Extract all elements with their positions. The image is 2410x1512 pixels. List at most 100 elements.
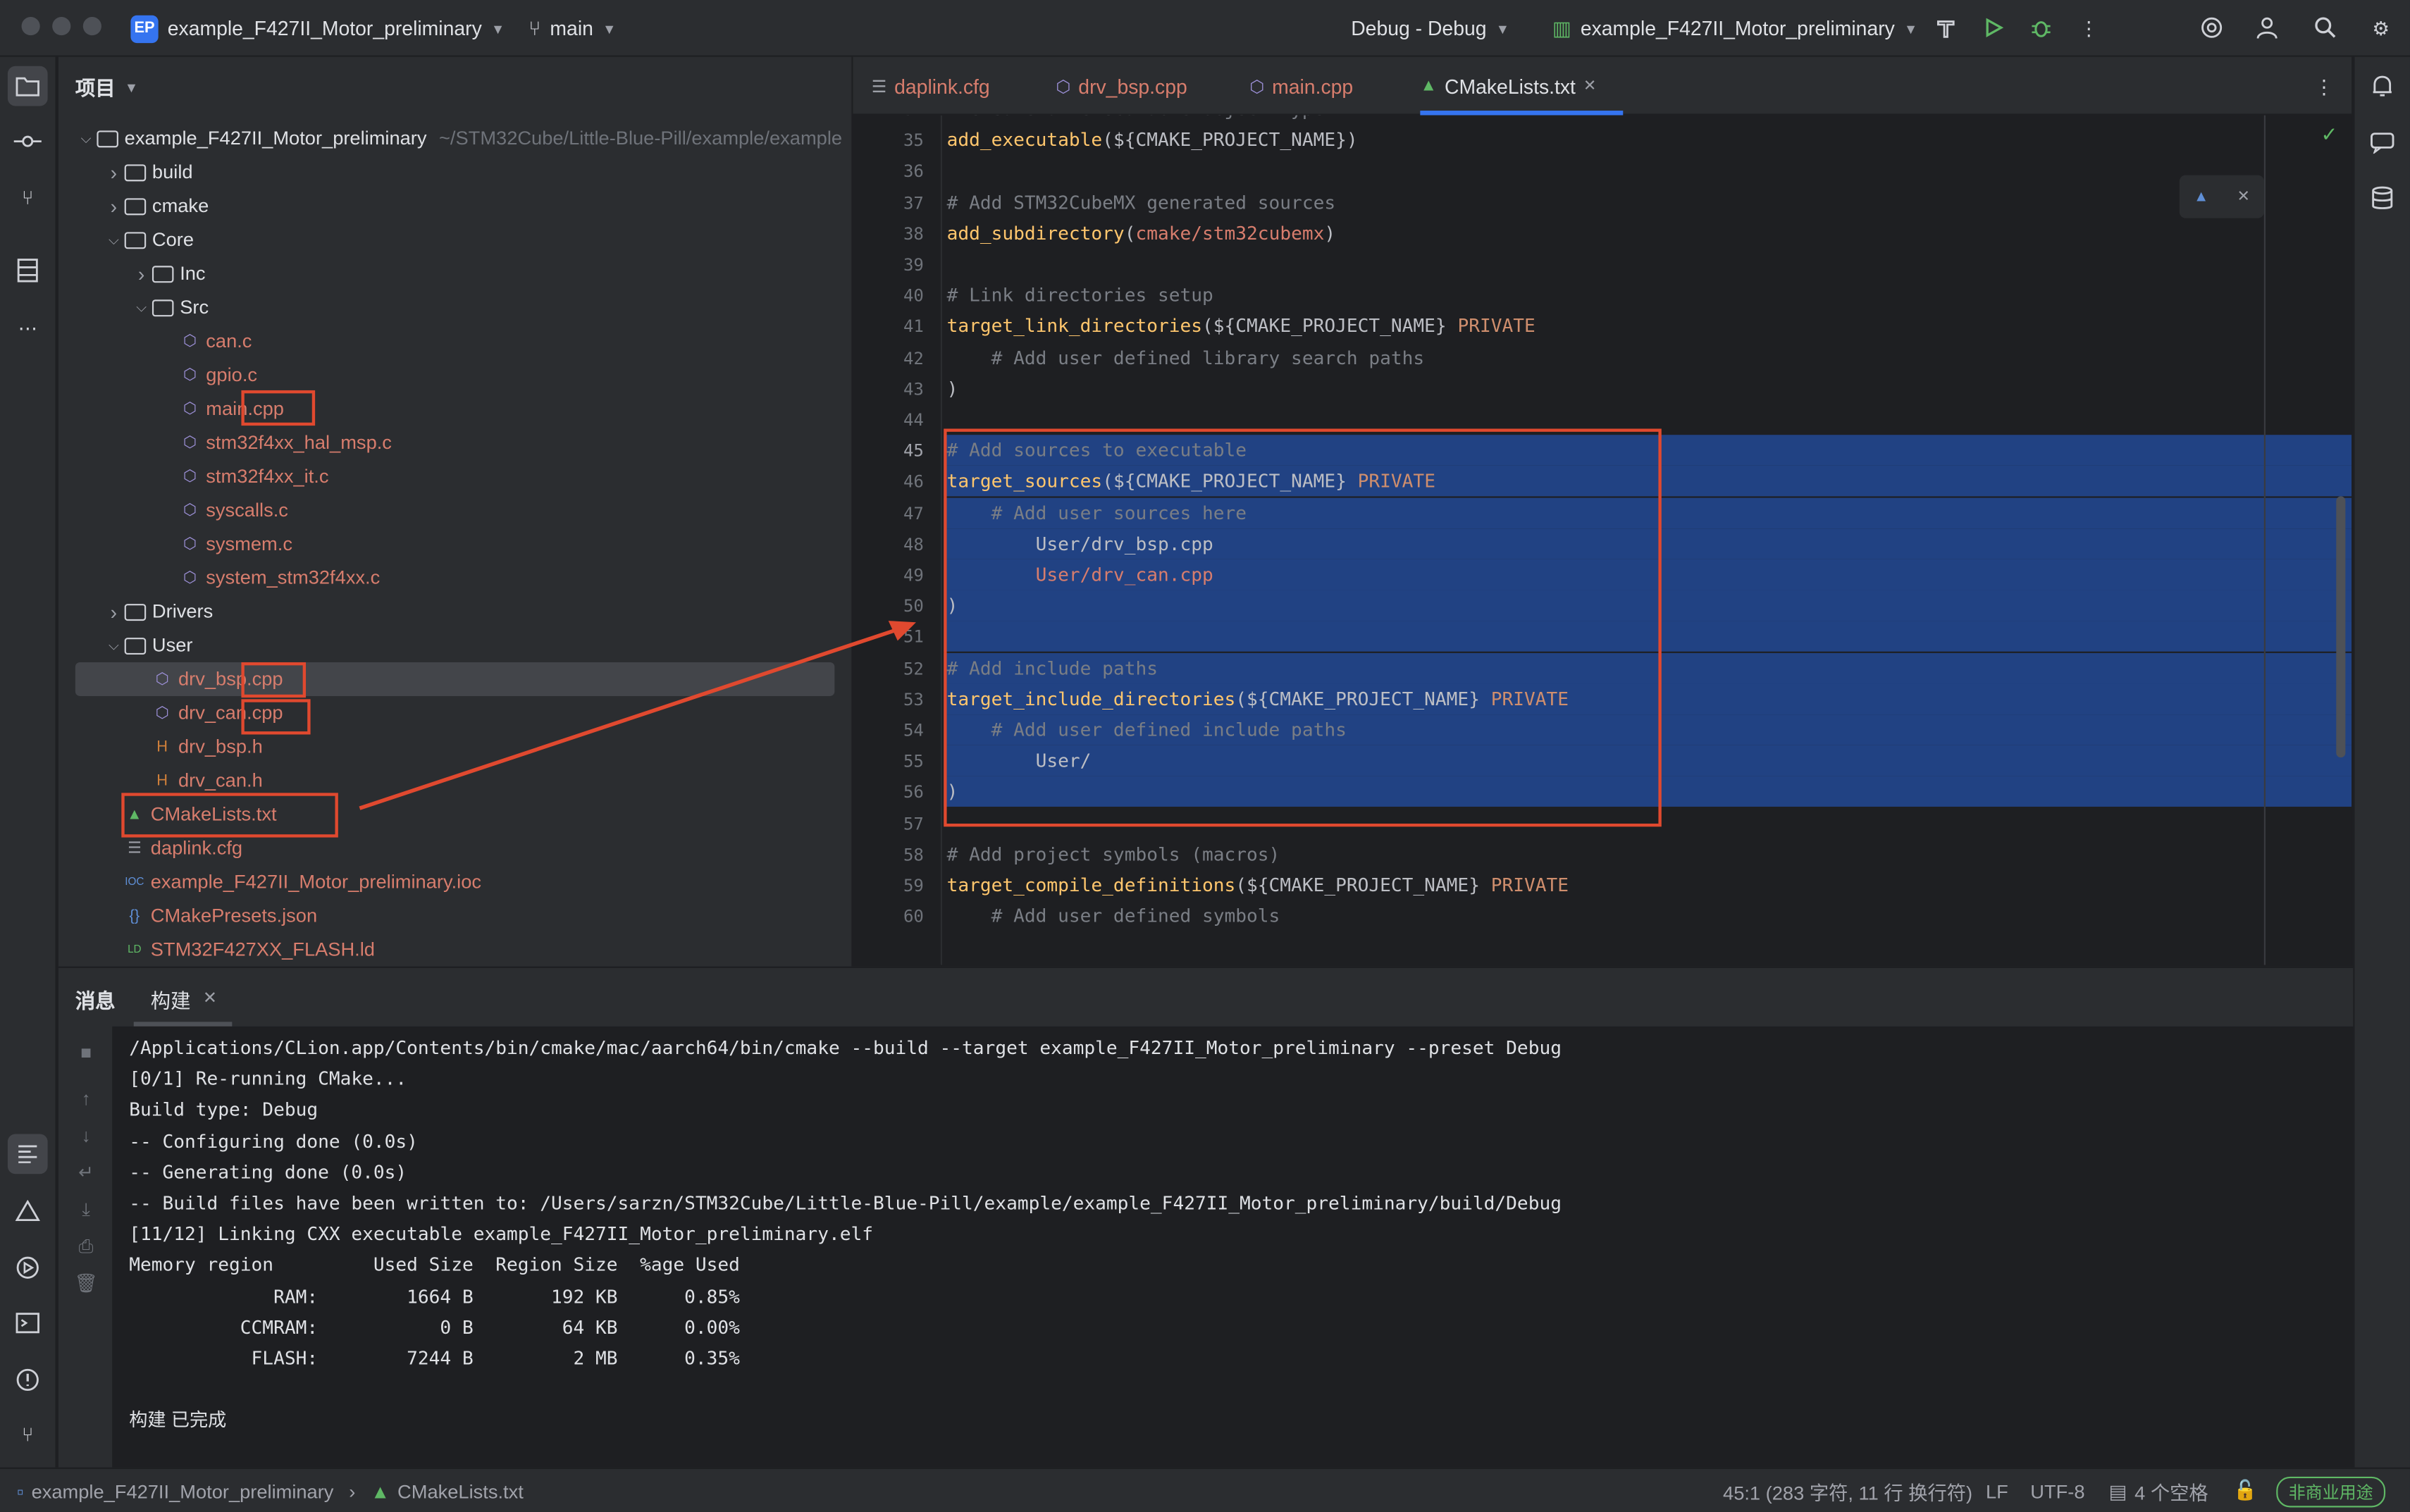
database-icon[interactable] [2362, 178, 2402, 218]
more-vertical-icon[interactable]: ⋮ [2309, 70, 2340, 101]
license-badge-container[interactable]: 非商业用途 [2276, 1469, 2386, 1512]
add-user-icon[interactable] [2254, 12, 2285, 43]
lock-icon[interactable]: 🔓 [2233, 1469, 2257, 1512]
trash-icon[interactable]: 🗑 [74, 1271, 99, 1296]
project-panel-header[interactable]: 项目 ▼ [75, 73, 138, 101]
minimize-window-button[interactable] [52, 16, 71, 36]
terminal-icon[interactable] [8, 1303, 48, 1343]
tree-file[interactable]: {} CMakePresets.json [58, 899, 851, 933]
build-output-icon[interactable] [7, 1134, 48, 1175]
chevron-right-icon[interactable]: › [103, 194, 125, 218]
code-line[interactable]: # Link directories setup [947, 280, 1213, 311]
structure-icon[interactable] [8, 250, 48, 290]
tree-file[interactable]: ⬡ sysmem.c [58, 527, 851, 561]
code-line[interactable]: # Create an executable object type [947, 116, 1325, 125]
tree-folder[interactable]: › Inc [58, 256, 851, 290]
close-icon[interactable]: ✕ [1583, 78, 1596, 94]
ai-assistant-icon[interactable] [2196, 12, 2227, 43]
tree-file[interactable]: ⬡ system_stm32f4xx.c [58, 561, 851, 595]
breadcrumb[interactable]: ▫ example_F427II_Motor_preliminary › ▲ C… [17, 1469, 524, 1512]
maximize-window-button[interactable] [82, 16, 101, 36]
tree-file[interactable]: LD STM32F427XX_FLASH.ld [58, 933, 851, 967]
chevron-right-icon[interactable]: › [130, 262, 152, 285]
editor-tab[interactable]: ⬡ main.cpp [1249, 57, 1403, 116]
tree-folder[interactable]: › build [58, 155, 851, 189]
tree-file[interactable]: ⬡ syscalls.c [58, 493, 851, 527]
tree-file[interactable]: ⬡ stm32f4xx_hal_msp.c [58, 426, 851, 459]
tree-folder[interactable]: ⌵ User [58, 628, 851, 662]
ai-chat-icon[interactable] [2362, 123, 2402, 163]
close-icon[interactable]: ✕ [2237, 188, 2249, 205]
breadcrumb-project[interactable]: example_F427II_Motor_preliminary [32, 1480, 334, 1502]
tree-folder[interactable]: › Drivers [58, 595, 851, 628]
tree-file[interactable]: ⬡ can.c [58, 324, 851, 358]
tree-file[interactable]: ⬡ drv_bsp.cpp [75, 662, 835, 696]
project-folder-icon[interactable] [7, 66, 48, 106]
code-line[interactable]: # Add user defined symbols [947, 900, 1280, 931]
code-line[interactable]: # Add project symbols (macros) [947, 838, 1280, 869]
chevron-down-icon[interactable]: ⌵ [130, 299, 152, 316]
print-icon[interactable]: ⎙ [74, 1234, 99, 1258]
run-config-selector[interactable]: Debug - Debug ▼ [1351, 0, 1509, 57]
file-encoding[interactable]: UTF-8 [2030, 1469, 2084, 1512]
run-icon[interactable] [1978, 12, 2009, 43]
chevron-right-icon[interactable]: › [103, 600, 125, 624]
git-icon[interactable]: ⑂ [8, 1415, 48, 1456]
search-icon[interactable] [2310, 12, 2341, 43]
arrow-down-icon[interactable]: ↓ [74, 1123, 99, 1148]
indent-setting[interactable]: ▤ 4 个空格 [2108, 1469, 2208, 1512]
project-switcher[interactable]: EP example_F427II_Motor_preliminary ▼ [130, 0, 505, 57]
tree-file[interactable]: Hdrv_bsp.h [58, 730, 851, 764]
editor-tab[interactable]: ⬡ drv_bsp.cpp [1056, 57, 1234, 116]
chevron-right-icon[interactable]: › [103, 161, 125, 184]
tab-messages[interactable]: 消息 [75, 985, 116, 1014]
tree-folder[interactable]: ⌵ Core [58, 223, 851, 256]
arrow-up-icon[interactable]: ↑ [74, 1086, 99, 1111]
soft-wrap-icon[interactable]: ↵ [74, 1160, 99, 1185]
code-line[interactable]: target_compile_definitions(${CMAKE_PROJE… [947, 869, 1569, 900]
services-icon[interactable] [8, 1248, 48, 1288]
tree-file[interactable]: ⬡ stm32f4xx_it.c [58, 459, 851, 493]
build-console[interactable]: /Applications/CLion.app/Contents/bin/cma… [112, 1026, 2354, 1469]
cmake-icon[interactable] [8, 1191, 48, 1231]
build-hammer-icon[interactable] [1930, 12, 1961, 43]
code-line[interactable]: ) [947, 373, 958, 404]
cmake-reload-icon[interactable]: ▲ [2194, 188, 2209, 205]
close-window-button[interactable] [21, 16, 40, 36]
inspection-ok-icon[interactable]: ✓ [2321, 123, 2337, 147]
stop-icon[interactable]: ■ [74, 1040, 99, 1065]
tree-folder[interactable]: › cmake [58, 189, 851, 223]
branch-switcher[interactable]: ⑂ main ▼ [529, 0, 616, 57]
close-icon[interactable]: ✕ [203, 988, 217, 1008]
chevron-down-icon[interactable]: ⌵ [103, 231, 125, 248]
chevron-down-icon[interactable]: ⌵ [103, 637, 125, 654]
code-line[interactable]: # Add STM32CubeMX generated sources [947, 187, 1336, 218]
tree-file[interactable]: IOC example_F427II_Motor_preliminary.ioc [58, 865, 851, 899]
line-ending[interactable]: LF [1986, 1469, 2008, 1512]
commit-icon[interactable] [8, 121, 48, 161]
settings-gear-icon[interactable]: ⚙ [2366, 12, 2397, 43]
caret-position[interactable]: 45:1 (283 字符, 11 行 换行符) [1723, 1469, 1972, 1512]
debug-bug-icon[interactable] [2026, 12, 2057, 43]
tree-root[interactable]: ⌵ example_F427II_Motor_preliminary ~/STM… [58, 121, 851, 155]
tree-folder[interactable]: ⌵ Src [58, 290, 851, 324]
cmake-reload-popup[interactable]: ▲ ✕ [2179, 175, 2264, 218]
more-horizontal-icon[interactable]: ⋯ [8, 307, 48, 347]
tree-file[interactable]: ⬡ drv_can.cpp [58, 696, 851, 730]
tree-file[interactable]: ⬡ main.cpp [58, 392, 851, 426]
more-vertical-icon[interactable]: ⋮ [2073, 12, 2104, 43]
pull-requests-icon[interactable]: ⑂ [8, 178, 48, 218]
breadcrumb-file[interactable]: CMakeLists.txt [397, 1480, 524, 1502]
tree-file[interactable]: ⬡ gpio.c [58, 358, 851, 392]
code-line[interactable]: # Add user defined library search paths [947, 342, 1425, 373]
tab-build[interactable]: 构建 [151, 985, 191, 1014]
editor-tab[interactable]: ☰ daplink.cfg [872, 57, 1041, 116]
editor-tab[interactable]: ▲ CMakeLists.txt ✕ [1420, 57, 1624, 116]
problems-icon[interactable] [8, 1360, 48, 1400]
vertical-scrollbar[interactable] [2336, 496, 2346, 758]
target-selector[interactable]: ▥ example_F427II_Motor_preliminary ▼ [1552, 0, 1917, 57]
code-line[interactable]: add_executable(${CMAKE_PROJECT_NAME}) [947, 125, 1358, 156]
notifications-bell-icon[interactable] [2362, 66, 2402, 106]
scroll-to-end-icon[interactable]: ⤓ [74, 1197, 99, 1222]
code-line[interactable]: target_link_directories(${CMAKE_PROJECT_… [947, 311, 1535, 342]
